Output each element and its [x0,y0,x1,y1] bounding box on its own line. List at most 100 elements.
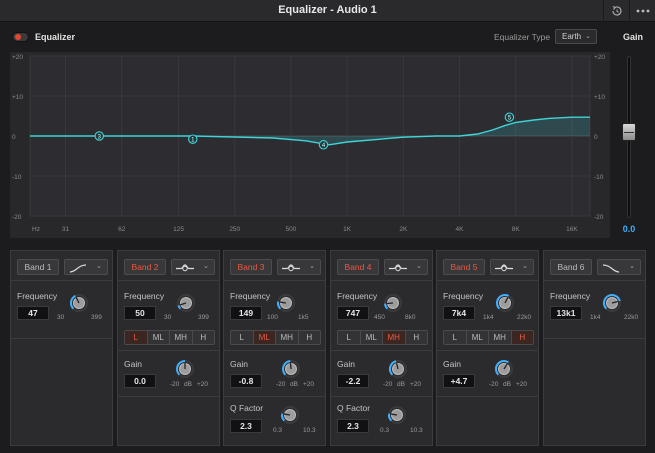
frequency-section: Frequency 149 100 1k5 L ML MH H [224,281,325,351]
gain-label: Gain [337,359,355,369]
equalizer-toggle[interactable] [12,32,29,42]
q-range-selector: L ML MH H [124,330,215,345]
equalizer-type-label: Equalizer Type [494,32,551,42]
band-header: Band 3 ⌄ [224,251,325,281]
q-factor-knob[interactable] [280,405,300,425]
q-option-ml[interactable]: ML [146,331,169,344]
reset-icon [612,5,622,16]
q-range-selector: L ML MH H [337,330,428,345]
gain-min-label: -20 [276,381,286,388]
enabled-dot-icon [15,34,21,40]
frequency-label: Frequency [337,291,378,301]
frequency-max-label: 22k0 [624,314,639,321]
y-axis-label-right: +10 [594,94,605,101]
filter-type-select[interactable]: ⌄ [490,259,534,275]
gain-fader-handle[interactable] [622,123,636,141]
q-option-l[interactable]: L [444,331,466,344]
frequency-knob[interactable] [176,293,196,313]
band-toggle-button[interactable]: Band 5 [443,259,485,275]
filter-type-select[interactable]: ⌄ [277,259,321,275]
q-factor-section: Q Factor 2.3 0.3 10.3 [224,397,325,445]
gain-max-label: +20 [516,381,528,388]
frequency-min-label: 30 [57,314,65,321]
frequency-label: Frequency [550,291,591,301]
q-option-ml[interactable]: ML [252,331,275,344]
y-axis-label-left: 0 [12,134,16,141]
frequency-value[interactable]: 149 [230,306,262,320]
filter-type-select[interactable]: ⌄ [171,259,215,275]
frequency-max-label: 399 [198,314,209,321]
band-toggle-button[interactable]: Band 3 [230,259,272,275]
band-panels: Band 1 ⌄ Frequency 47 30 399 Band 2 ⌄ Fr… [10,250,650,448]
filter-type-select[interactable]: ⌄ [64,259,108,275]
equalizer-type-select[interactable]: Earth ⌄ [555,29,597,44]
gain-knob[interactable] [175,359,195,379]
frequency-value[interactable]: 47 [17,306,49,320]
band-panel-2: Band 2 ⌄ Frequency 50 30 399 L ML MH H G… [117,250,220,446]
knob-icon [277,294,295,312]
band-toggle-button[interactable]: Band 4 [337,259,379,275]
bell-icon [282,264,300,272]
q-option-mh[interactable]: MH [488,331,511,344]
q-option-h[interactable]: H [297,331,320,344]
frequency-knob[interactable] [276,293,296,313]
chevron-down-icon: ⌄ [203,263,209,270]
frequency-value[interactable]: 50 [124,306,156,320]
filter-type-select[interactable]: ⌄ [597,259,641,275]
q-factor-knob[interactable] [387,405,407,425]
q-option-ml[interactable]: ML [359,331,382,344]
gain-value[interactable]: -2.2 [337,374,369,388]
q-option-h[interactable]: H [510,331,533,344]
filter-type-select[interactable]: ⌄ [384,259,428,275]
q-factor-value[interactable]: 2.3 [337,419,369,433]
band-panel-4: Band 4 ⌄ Frequency 747 450 8k0 LMLMHH [330,250,433,446]
band-header: Band 4 ⌄ [331,251,432,281]
frequency-value[interactable]: 7k4 [443,306,475,320]
frequency-knob[interactable] [69,293,89,313]
more-options-button[interactable] [629,0,655,22]
gain-knob[interactable] [494,359,514,379]
knob-icon [388,406,406,424]
reset-button[interactable] [603,0,629,22]
gain-label: Gain [443,359,461,369]
frequency-section: Frequency 7k4 1k4 22k0 L ML MH H [437,281,538,351]
frequency-label: Frequency [230,291,271,301]
frequency-value[interactable]: 747 [337,306,369,320]
q-factor-value[interactable]: 2.3 [230,419,262,433]
x-axis-label: Hz [32,226,40,233]
eq-graph[interactable]: +20 +20 +10 +10 0 0 -10 -10 -20 -20 Hz 31 62 125 250 50… [10,52,610,238]
q-option-mh[interactable]: MH [169,331,192,344]
band-toggle-button[interactable]: Band 2 [124,259,166,275]
frequency-knob[interactable] [602,293,622,313]
band-toggle-button[interactable]: Band 1 [17,259,59,275]
q-option-l[interactable]: L [125,331,147,344]
gain-section: Gain -2.2 -20 dB +20 [331,351,432,397]
more-dots-icon [636,9,650,13]
y-axis-label-right: 0 [594,134,598,141]
q-option-h[interactable]: H [191,331,214,344]
equalizer-label: Equalizer [35,32,76,42]
frequency-value[interactable]: 13k1 [550,306,582,320]
gain-knob[interactable] [388,359,408,379]
frequency-min-label: 1k4 [590,314,601,321]
gain-value[interactable]: +4.7 [443,374,475,388]
frequency-knob[interactable] [495,293,515,313]
header-row: Equalizer Equalizer Type Earth ⌄ Gain [0,22,655,54]
gain-min-label: -20 [489,381,499,388]
chevron-down-icon: ⌄ [416,263,422,270]
frequency-max-label: 22k0 [517,314,532,321]
frequency-knob[interactable] [383,293,403,313]
q-option-h[interactable]: H [404,331,427,344]
x-axis-label: 1K [343,226,352,233]
q-option-mh[interactable]: MH [275,331,298,344]
band-toggle-button[interactable]: Band 6 [550,259,592,275]
gain-value[interactable]: -0.8 [230,374,262,388]
gain-knob[interactable] [281,359,301,379]
q-factor-min-label: 0.3 [380,427,390,434]
gain-value[interactable]: 0.0 [124,374,156,388]
q-option-l[interactable]: L [231,331,253,344]
q-option-mh[interactable]: MH [382,331,405,344]
q-option-l[interactable]: L [338,331,360,344]
band-panel-6: Band 6 ⌄ Frequency 13k1 1k4 22k0 [543,250,646,446]
q-option-ml[interactable]: ML [465,331,488,344]
